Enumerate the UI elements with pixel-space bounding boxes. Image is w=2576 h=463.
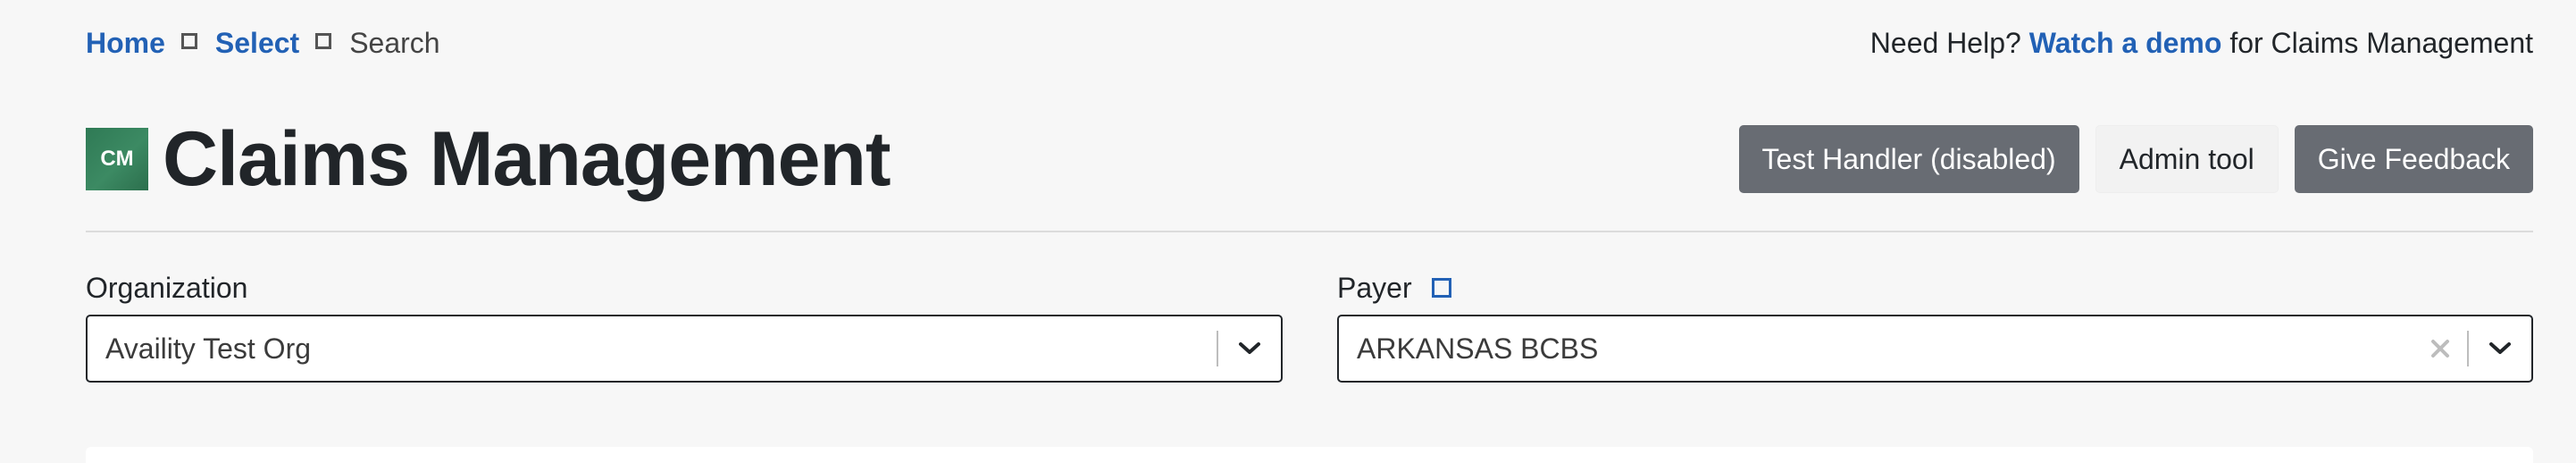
breadcrumb-separator-icon — [180, 33, 197, 49]
organization-value: Availity Test Org — [105, 332, 312, 365]
help-section: Need Help? Watch a demo for Claims Manag… — [1870, 27, 2533, 60]
payer-field: Payer ARKANSAS BCBS — [1337, 268, 2533, 383]
test-handler-button[interactable]: Test Handler (disabled) — [1738, 125, 2079, 193]
payer-label-text: Payer — [1337, 271, 1412, 304]
breadcrumb-current: Search — [349, 26, 440, 59]
chevron-down-icon[interactable] — [2469, 317, 2531, 380]
organization-label-text: Organization — [86, 271, 248, 304]
organization-select[interactable]: Availity Test Org — [86, 315, 1283, 383]
payer-value: ARKANSAS BCBS — [1357, 332, 1599, 365]
admin-tool-button[interactable]: Admin tool — [2095, 125, 2279, 193]
title-actions: Test Handler (disabled) Admin tool Give … — [1738, 125, 2533, 193]
top-bar: Home Select Search Need Help? Watch a de… — [86, 20, 2533, 66]
chevron-down-icon[interactable] — [1218, 317, 1281, 380]
results-card — [86, 447, 2533, 463]
page: Home Select Search Need Help? Watch a de… — [0, 0, 2576, 463]
app-logo: CM — [86, 128, 148, 190]
info-icon[interactable] — [1431, 278, 1451, 298]
header-divider — [86, 231, 2533, 232]
organization-field: Organization Availity Test Org — [86, 268, 1283, 383]
page-title: Claims Management — [163, 116, 891, 202]
breadcrumb-separator-icon — [315, 33, 332, 49]
title-group: CM Claims Management — [86, 121, 891, 198]
give-feedback-button[interactable]: Give Feedback — [2294, 125, 2533, 193]
payer-label: Payer — [1337, 268, 2533, 307]
breadcrumb: Home Select Search — [86, 27, 440, 60]
breadcrumb-select-link[interactable]: Select — [215, 27, 299, 60]
payer-select[interactable]: ARKANSAS BCBS — [1337, 315, 2533, 383]
clear-icon[interactable] — [2413, 317, 2467, 380]
help-prefix: Need Help? — [1869, 26, 2021, 59]
title-row: CM Claims Management Test Handler (disab… — [86, 114, 2533, 204]
watch-demo-link[interactable]: Watch a demo — [2029, 27, 2222, 59]
help-suffix: for Claims Management — [2229, 26, 2533, 59]
organization-label: Organization — [86, 268, 1283, 307]
breadcrumb-home-link[interactable]: Home — [86, 27, 165, 60]
